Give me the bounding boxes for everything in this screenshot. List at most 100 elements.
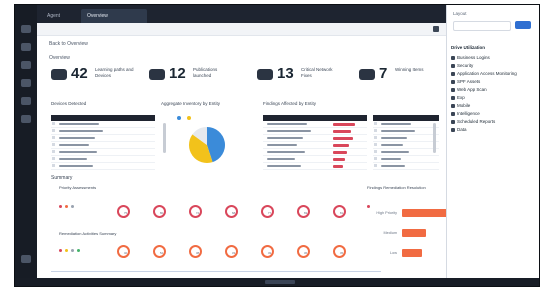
hbar <box>402 229 426 237</box>
right-pane-item[interactable]: Web App Scan <box>451 87 487 92</box>
table-row[interactable] <box>51 128 155 135</box>
table-row[interactable] <box>373 156 439 163</box>
chart-icon[interactable] <box>21 79 31 87</box>
progress-ring: 81 <box>333 205 346 218</box>
right-pane-item[interactable]: Intelligence <box>451 111 480 116</box>
progress-ring: 52 <box>153 245 166 258</box>
right-pane-item-label: Exp <box>457 95 465 100</box>
legend-dots <box>367 195 373 208</box>
panel-title-inventory: Aggregate Inventory by Entity <box>161 101 221 106</box>
stat-card: 12 Publications launched <box>149 65 239 89</box>
table-row[interactable] <box>263 135 367 142</box>
right-pane-item[interactable]: Application Access Monitoring <box>451 71 517 76</box>
right-pane-item-label: Scheduled Reports <box>457 119 496 124</box>
right-pane-section: Drive Utilization <box>451 45 486 50</box>
devices-table-2 <box>373 115 439 170</box>
section-remediation: Remediation Activities Summary <box>59 231 117 236</box>
progress-ring: 68 <box>225 205 238 218</box>
table-row[interactable] <box>373 121 439 128</box>
tab-overview[interactable]: Overview <box>81 9 147 23</box>
shield-icon[interactable] <box>21 97 31 105</box>
table-row[interactable] <box>373 128 439 135</box>
table-row[interactable] <box>373 163 439 170</box>
right-pane-item[interactable]: SPF Assets <box>451 79 480 84</box>
ring-value: 52 <box>159 251 164 255</box>
table-row[interactable] <box>51 135 155 142</box>
item-icon <box>451 79 455 84</box>
ring-value: 81 <box>339 211 344 215</box>
toolbar <box>37 23 447 36</box>
table-row[interactable] <box>263 149 367 156</box>
right-pane-title: Layout <box>453 11 467 16</box>
right-pane-item[interactable]: Security <box>451 63 473 68</box>
progress-ring: 33 <box>225 245 238 258</box>
stat-label: Critical Network Fixes <box>301 67 333 78</box>
right-pane-item[interactable]: Mobile <box>451 103 470 108</box>
progress-ring: 80 <box>153 205 166 218</box>
progress-ring: 72 <box>189 205 202 218</box>
stat-value: 13 <box>277 65 294 82</box>
user-icon[interactable] <box>21 115 31 123</box>
ring-value: 33 <box>231 251 236 255</box>
search-icon[interactable] <box>21 61 31 69</box>
stat-label: Winning Items <box>395 67 424 72</box>
table-row[interactable] <box>51 149 155 156</box>
table-row[interactable] <box>51 163 155 170</box>
panel-title-devices: Devices Detected <box>51 101 87 106</box>
right-pane-item[interactable]: Scheduled Reports <box>451 119 495 124</box>
table-row[interactable] <box>263 128 367 135</box>
axis-line <box>51 271 381 272</box>
tab-extra[interactable] <box>139 9 187 23</box>
progress-ring: 40 <box>117 245 130 258</box>
ring-value: 49 <box>267 251 272 255</box>
table-row[interactable] <box>263 121 367 128</box>
pie-legend <box>177 115 267 121</box>
ring-value: 45 <box>339 251 344 255</box>
hbar-label: Medium <box>383 231 397 235</box>
settings-icon[interactable] <box>433 26 439 32</box>
stat-card: 42 Learning paths and Devices <box>51 65 141 89</box>
ring-value: 72 <box>195 211 200 215</box>
devices-table <box>51 115 166 170</box>
section-priority: Priority Assessments <box>59 185 97 190</box>
stat-label: Learning paths and Devices <box>95 67 134 78</box>
scrollbar[interactable] <box>433 123 436 153</box>
search-input[interactable] <box>453 21 511 31</box>
monitor-icon <box>359 69 375 80</box>
hbar <box>402 249 422 257</box>
table-row[interactable] <box>51 156 155 163</box>
item-icon <box>451 111 455 116</box>
right-pane-item-label: Data <box>457 127 467 132</box>
table-row[interactable] <box>263 142 367 149</box>
findings-table <box>263 115 367 170</box>
table-row[interactable] <box>263 156 367 163</box>
back-link[interactable]: Back to Overview <box>49 41 88 47</box>
ring-value: 40 <box>123 251 128 255</box>
section-summary: Summary <box>51 175 73 181</box>
legend-dots <box>59 239 83 252</box>
apply-button[interactable] <box>515 21 531 29</box>
stat-card: 7 Winning Items <box>359 65 443 89</box>
item-icon <box>451 71 455 76</box>
panel-title-findings: Findings Affected by Entity <box>263 101 316 106</box>
stat-value: 7 <box>379 65 388 82</box>
dashboard-main: Back to Overview Overview 42 Learning pa… <box>37 23 452 278</box>
table-row[interactable] <box>51 121 155 128</box>
progress-ring: 69 <box>297 205 310 218</box>
right-pane-item-label: Intelligence <box>457 111 480 116</box>
tab-bar: Agent Overview <box>37 5 445 23</box>
table-row[interactable] <box>373 142 439 149</box>
table-row[interactable] <box>373 149 439 156</box>
home-icon[interactable] <box>21 25 31 33</box>
ring-value: 38 <box>195 251 200 255</box>
right-pane-item[interactable]: Business Logins <box>451 55 490 60</box>
settings-icon[interactable] <box>21 255 31 263</box>
right-pane-item[interactable]: Exp <box>451 95 465 100</box>
folder-icon[interactable] <box>21 43 31 51</box>
scrollbar[interactable] <box>163 123 166 153</box>
right-pane-item-label: Application Access Monitoring <box>457 71 517 76</box>
right-pane-item[interactable]: Data <box>451 127 467 132</box>
table-row[interactable] <box>373 135 439 142</box>
table-row[interactable] <box>51 142 155 149</box>
table-row[interactable] <box>263 163 367 170</box>
